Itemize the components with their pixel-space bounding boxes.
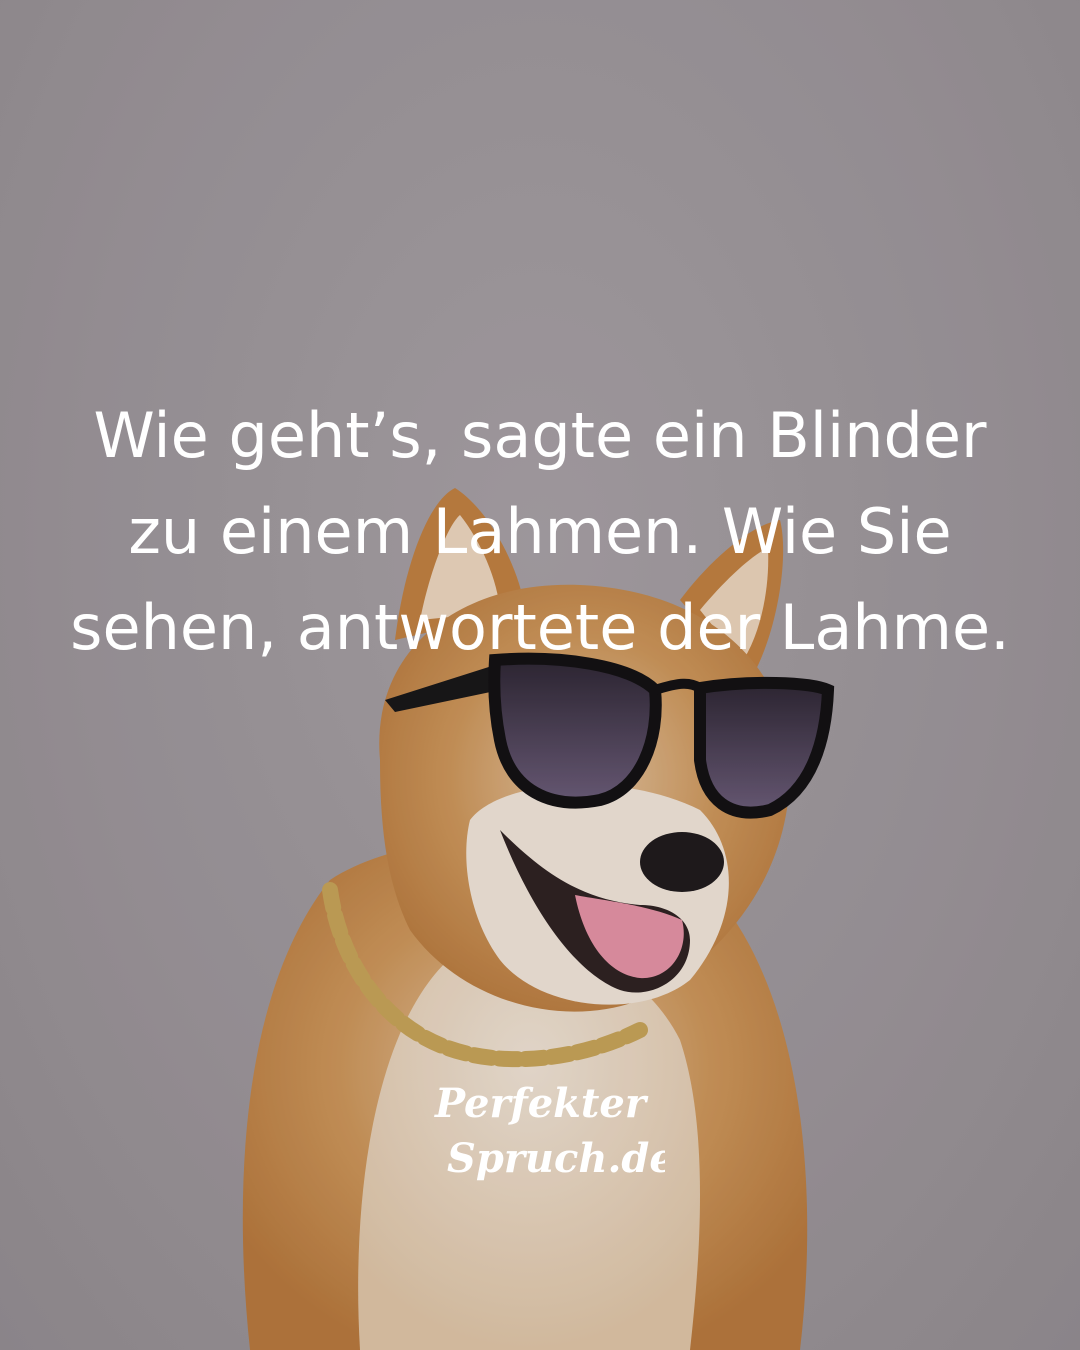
brand-logo: Perfekter Spruch.de xyxy=(425,1072,675,1192)
quote-card: Wie geht’s, sagte ein Blinder zu einem L… xyxy=(0,0,1080,1350)
logo-line-1: Perfekter xyxy=(434,1080,649,1127)
logo-line-2: Spruch.de xyxy=(447,1135,665,1182)
quote-line: sehen, antwortete der Lahme. xyxy=(70,591,1010,664)
quote-text: Wie geht’s, sagte ein Blinder zu einem L… xyxy=(40,388,1040,676)
quote-line: Wie geht’s, sagte ein Blinder xyxy=(93,399,987,472)
quote-line: zu einem Lahmen. Wie Sie xyxy=(128,495,952,568)
